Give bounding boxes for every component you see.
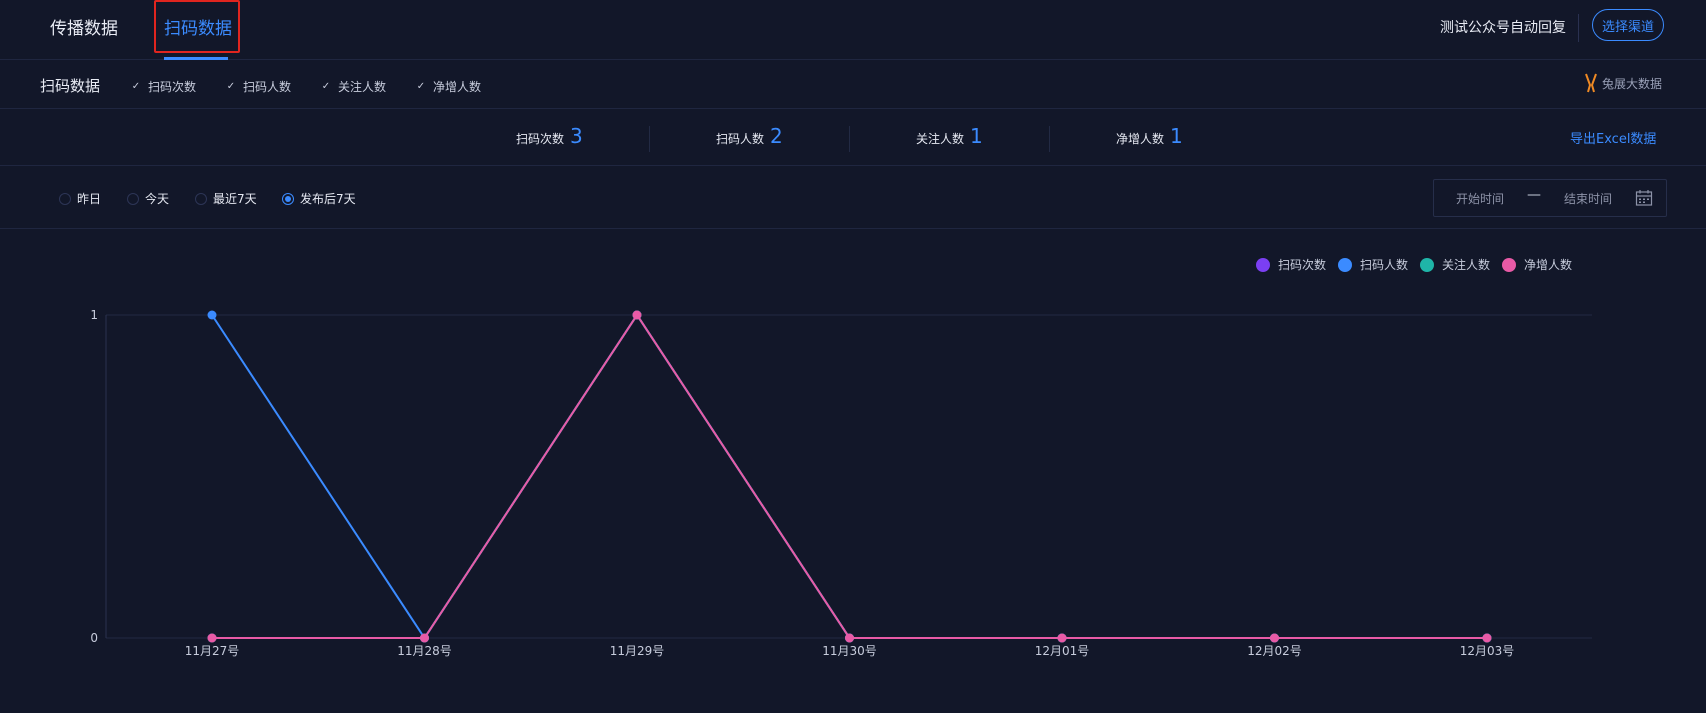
x-tick-label: 11月27号 (185, 644, 240, 658)
checkbox-scan-people[interactable]: ✓ 扫码人数 (225, 78, 291, 95)
date-range-picker[interactable]: 开始时间 — 结束时间 (1433, 179, 1667, 217)
stat-value: 2 (770, 124, 783, 148)
y-tick-label: 1 (90, 308, 98, 322)
check-icon: ✓ (416, 81, 426, 92)
checkbox-label: 关注人数 (338, 80, 387, 94)
brand-name: 兔展大数据 (1602, 76, 1663, 91)
radio-label: 发布后7天 (300, 192, 356, 206)
section-header: 扫码数据 ✓ 扫码次数 ✓ 扫码人数 ✓ 关注人数 ✓ 净增人数 兔展大数据 (0, 61, 1706, 109)
radio-label: 昨日 (77, 192, 102, 206)
x-tick-label: 11月29号 (610, 644, 665, 658)
radio-7-days-after-publish[interactable]: 发布后7天 (282, 190, 356, 207)
data-point (632, 310, 642, 320)
export-excel-link[interactable]: 导出Excel数据 (1570, 128, 1656, 147)
checkbox-net-growth[interactable]: ✓ 净增人数 (415, 78, 481, 95)
stat-value: 1 (970, 124, 983, 148)
chart-area: 扫码次数 扫码人数 关注人数 净增人数 0 1 11月27号 11月28号 11月29号 11月… (0, 230, 1706, 713)
series-line (212, 313, 1487, 639)
line-chart: 0 1 11月27号 11月28号 11月29号 11月30号 12月01号 12月02号 12… (90, 308, 1592, 658)
radio-dot (59, 192, 71, 205)
stat-label: 扫码人数 (716, 132, 765, 146)
check-icon: ✓ (131, 81, 141, 92)
stat-divider (1049, 126, 1050, 152)
radio-dot (195, 192, 207, 205)
stat-net-growth: 净增人数 1 (1116, 124, 1183, 148)
checkbox-follow-people[interactable]: ✓ 关注人数 (320, 78, 386, 95)
calendar-icon[interactable] (1635, 189, 1653, 211)
series-line (212, 313, 1487, 639)
y-tick-label: 0 (90, 631, 98, 645)
radio-dot (127, 192, 139, 205)
check-icon: ✓ (321, 81, 331, 92)
checkbox-label: 扫码人数 (243, 80, 292, 94)
account-name: 测试公众号自动回复 (1440, 20, 1566, 36)
stat-follow-people: 关注人数 1 (916, 124, 983, 148)
data-point (420, 633, 429, 643)
tab-scan-data[interactable]: 扫码数据 (164, 14, 232, 39)
select-channel-button[interactable]: 选择渠道 (1592, 9, 1664, 41)
x-tick-label: 12月02号 (1247, 644, 1302, 658)
data-point (207, 310, 217, 320)
stat-divider (649, 126, 650, 152)
brand-logo: 兔展大数据 (1582, 73, 1662, 93)
date-separator: — (1527, 187, 1541, 203)
header-divider (1578, 14, 1579, 42)
radio-yesterday[interactable]: 昨日 (59, 190, 101, 207)
stat-divider (849, 126, 850, 152)
radio-last-7-days[interactable]: 最近7天 (195, 190, 257, 207)
start-date-input[interactable]: 开始时间 (1456, 190, 1504, 207)
checkbox-scan-count[interactable]: ✓ 扫码次数 (130, 78, 196, 95)
radio-today[interactable]: 今天 (127, 190, 169, 207)
x-tick-label: 11月30号 (822, 644, 877, 658)
stat-value: 1 (1170, 124, 1183, 148)
check-icon: ✓ (226, 81, 236, 92)
series-line (212, 313, 1487, 639)
stat-label: 净增人数 (1116, 132, 1165, 146)
section-title: 扫码数据 (40, 77, 101, 95)
stat-scan-count: 扫码次数 3 (516, 124, 583, 148)
data-point (1482, 633, 1492, 643)
series-line (211, 313, 1487, 640)
data-point (207, 633, 217, 643)
radio-label: 最近7天 (213, 192, 257, 206)
stat-scan-people: 扫码人数 2 (716, 124, 783, 148)
checkbox-label: 净增人数 (433, 80, 482, 94)
stat-value: 3 (570, 124, 583, 148)
x-tick-label: 12月01号 (1035, 644, 1090, 658)
filter-row: 昨日 今天 最近7天 发布后7天 开始时间 — 结束时间 (0, 167, 1706, 229)
x-tick-label: 12月03号 (1460, 644, 1515, 658)
end-date-input[interactable]: 结束时间 (1564, 190, 1612, 207)
rabbit-logo-icon (1582, 73, 1600, 93)
stat-label: 关注人数 (916, 132, 965, 146)
checkbox-label: 扫码次数 (148, 80, 197, 94)
active-tab-indicator (164, 57, 228, 60)
summary-row: 扫码次数 3 扫码人数 2 关注人数 1 净增人数 1 导出Excel数据 (0, 110, 1706, 166)
stat-label: 扫码次数 (516, 132, 565, 146)
data-point (1057, 633, 1067, 643)
data-point (845, 633, 854, 643)
radio-label: 今天 (145, 192, 170, 206)
data-point (1270, 633, 1279, 643)
page: 传播数据 扫码数据 测试公众号自动回复 选择渠道 扫码数据 ✓ 扫码次数 ✓ 扫… (0, 0, 1706, 713)
top-tab-bar: 传播数据 扫码数据 测试公众号自动回复 选择渠道 (0, 0, 1706, 60)
x-tick-label: 11月28号 (397, 644, 452, 658)
tab-spread-data[interactable]: 传播数据 (50, 14, 118, 39)
radio-dot (282, 192, 294, 205)
